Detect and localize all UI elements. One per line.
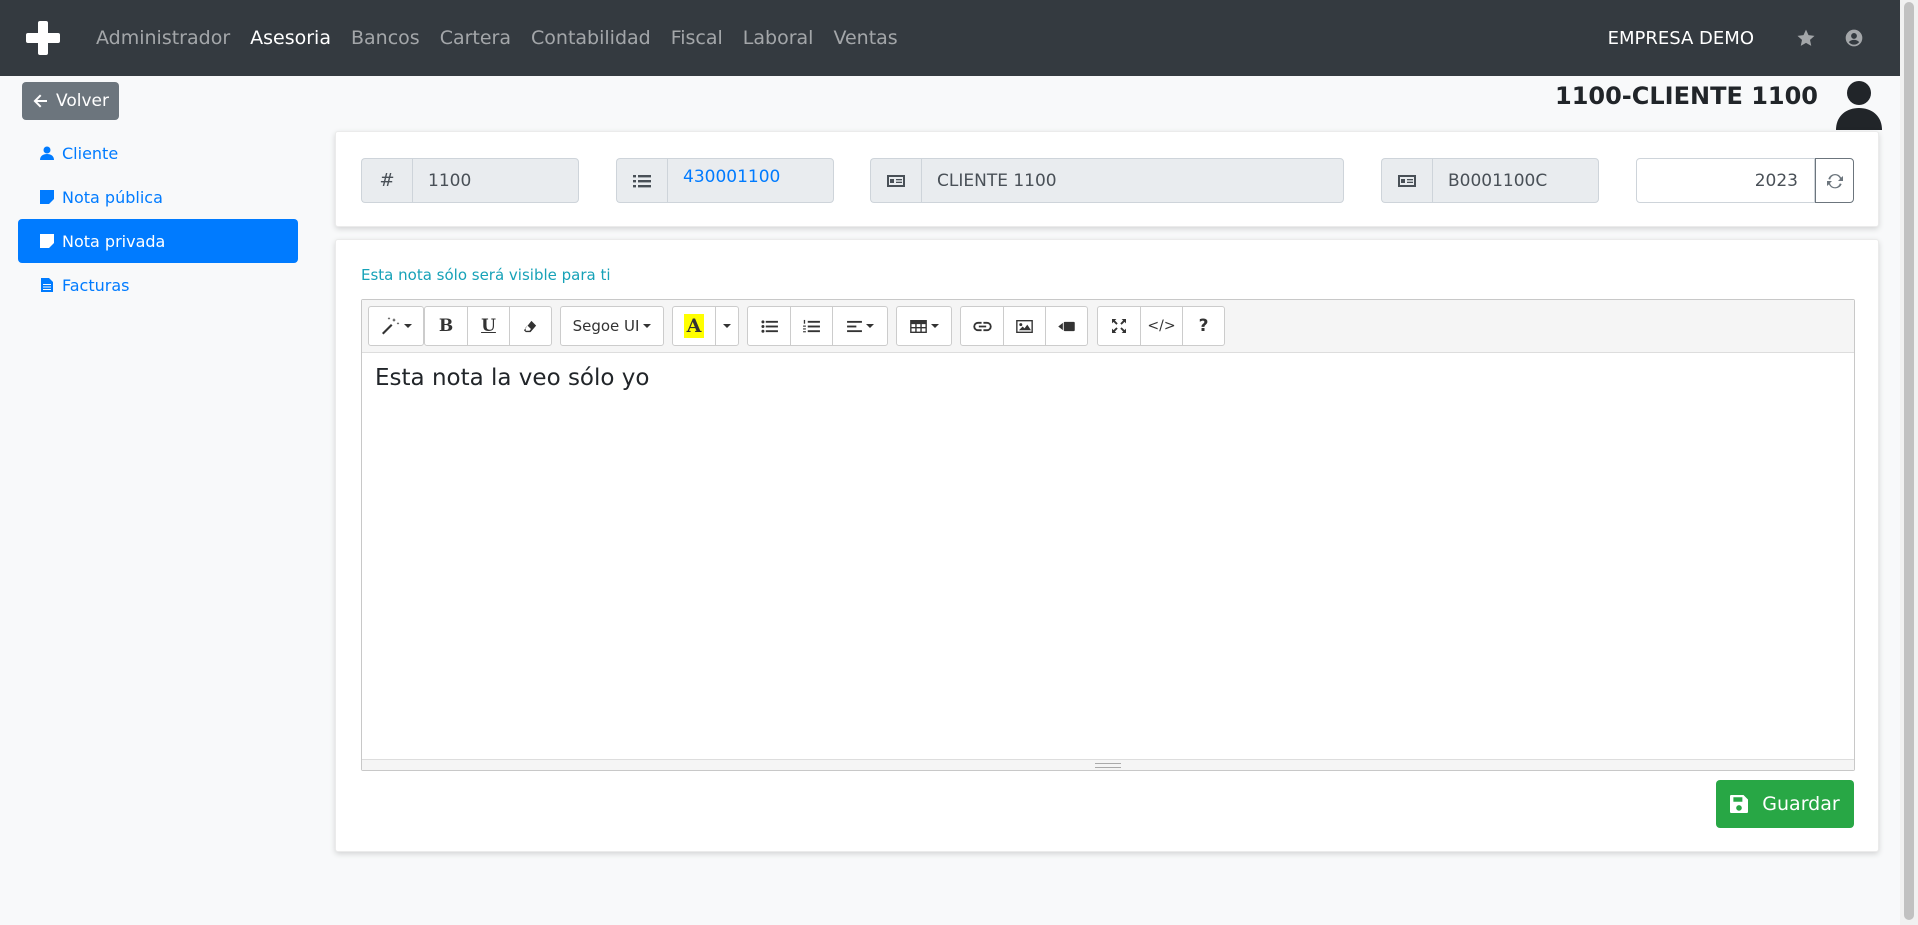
note-hint: Esta nota sólo será visible para ti xyxy=(361,266,611,284)
sidebar-item-nota-privada[interactable]: Nota privada xyxy=(18,219,298,263)
navbar-right: EMPRESA DEMO xyxy=(1608,0,1900,76)
fullscreen-button[interactable] xyxy=(1097,306,1141,346)
rich-text-editor: B U Segoe UI A </> ? Esta nota la veo só… xyxy=(361,299,1855,771)
client-summary-card: # 1100 430001100 CLIENTE 1100 B0001100C … xyxy=(335,131,1879,227)
help-button[interactable]: ? xyxy=(1182,306,1225,346)
save-button[interactable]: Guardar xyxy=(1716,780,1854,828)
expand-icon xyxy=(1112,319,1126,333)
favorites-button[interactable] xyxy=(1782,28,1830,48)
table-dropdown[interactable] xyxy=(896,306,952,346)
top-navbar: Administrador Asesoria Bancos Cartera Co… xyxy=(0,0,1900,76)
scrollbar-thumb[interactable] xyxy=(1904,2,1914,920)
nav-link-laboral[interactable]: Laboral xyxy=(733,27,824,49)
back-button-label: Volver xyxy=(56,91,109,111)
nav-link-contabilidad[interactable]: Contabilidad xyxy=(521,27,661,49)
user-circle-icon xyxy=(1845,29,1863,47)
underline-button[interactable]: U xyxy=(467,306,510,346)
font-family-dropdown[interactable]: Segoe UI xyxy=(560,306,664,346)
sidebar-item-label: Nota privada xyxy=(62,231,166,251)
save-icon xyxy=(1730,795,1749,813)
bold-button[interactable]: B xyxy=(424,306,468,346)
style-dropdown[interactable] xyxy=(368,306,424,346)
file-icon xyxy=(41,278,53,292)
refresh-icon xyxy=(1826,173,1843,188)
sidebar-item-label: Nota pública xyxy=(62,187,163,207)
underline-icon: U xyxy=(481,316,496,336)
code-addon: # xyxy=(361,158,412,203)
sidebar-item-nota-publica[interactable]: Nota pública xyxy=(18,175,298,219)
nav-link-asesoria[interactable]: Asesoria xyxy=(240,27,341,49)
nav-link-administrador[interactable]: Administrador xyxy=(86,27,240,49)
list-ul-icon xyxy=(760,319,778,333)
unordered-list-button[interactable] xyxy=(747,306,791,346)
user-icon xyxy=(1836,81,1882,130)
nav-link-cartera[interactable]: Cartera xyxy=(430,27,521,49)
plus-icon xyxy=(26,21,60,55)
account-link[interactable]: 430001100 xyxy=(667,158,834,203)
color-dropdown-toggle[interactable] xyxy=(715,306,739,346)
year-group: 2023 xyxy=(1636,158,1854,203)
year-field[interactable]: 2023 xyxy=(1636,158,1815,203)
video-icon xyxy=(1058,321,1075,331)
eraser-icon xyxy=(523,320,537,332)
star-icon xyxy=(1797,29,1815,46)
note-editor-content[interactable]: Esta nota la veo sólo yo xyxy=(362,353,1854,757)
highlight-a-icon: A xyxy=(683,314,705,338)
nav-link-bancos[interactable]: Bancos xyxy=(341,27,430,49)
arrow-left-icon xyxy=(33,94,48,108)
editor-toolbar: B U Segoe UI A </> ? xyxy=(362,300,1854,353)
sticky-note-icon xyxy=(40,190,54,204)
insert-video-button[interactable] xyxy=(1045,306,1088,346)
ordered-list-button[interactable] xyxy=(790,306,833,346)
main-menu: Administrador Asesoria Bancos Cartera Co… xyxy=(86,0,908,76)
tax-id-group: B0001100C xyxy=(1381,158,1599,203)
table-icon xyxy=(909,319,927,333)
sticky-note-icon xyxy=(40,234,54,248)
nav-link-ventas[interactable]: Ventas xyxy=(823,27,907,49)
user-icon xyxy=(40,146,54,160)
back-button[interactable]: Volver xyxy=(22,82,119,120)
tax-id-field: B0001100C xyxy=(1432,158,1599,203)
code-view-button[interactable]: </> xyxy=(1140,306,1183,346)
name-group: CLIENTE 1100 xyxy=(870,158,1344,203)
list-ol-icon xyxy=(803,319,820,332)
code-field: 1100 xyxy=(412,158,579,203)
resize-grip-icon xyxy=(1095,762,1121,768)
private-note-card: Esta nota sólo será visible para ti B U … xyxy=(335,239,1879,852)
account-group: 430001100 xyxy=(616,158,834,203)
link-icon xyxy=(972,321,992,331)
paragraph-dropdown[interactable] xyxy=(832,306,888,346)
id-card-icon xyxy=(870,158,921,203)
sidebar-item-label: Cliente xyxy=(62,143,119,163)
chevron-down-icon xyxy=(723,324,731,328)
user-menu-button[interactable] xyxy=(1830,28,1878,48)
align-left-icon xyxy=(846,320,862,332)
bold-icon: B xyxy=(438,316,454,336)
code-icon: </> xyxy=(1147,318,1176,334)
insert-link-button[interactable] xyxy=(960,306,1004,346)
highlight-color-button[interactable]: A xyxy=(672,306,716,346)
question-icon: ? xyxy=(1198,316,1209,336)
list-icon xyxy=(616,158,667,203)
font-family-label: Segoe UI xyxy=(572,317,640,335)
insert-picture-button[interactable] xyxy=(1003,306,1046,346)
sidebar: Cliente Nota pública Nota privada Factur… xyxy=(18,131,298,307)
name-field: CLIENTE 1100 xyxy=(921,158,1344,203)
save-button-label: Guardar xyxy=(1762,793,1840,815)
sidebar-item-cliente[interactable]: Cliente xyxy=(18,131,298,175)
magic-wand-icon xyxy=(382,317,400,335)
brand-logo[interactable] xyxy=(0,0,86,76)
page-scrollbar[interactable] xyxy=(1900,0,1918,925)
code-group: # 1100 xyxy=(361,158,579,203)
sidebar-item-facturas[interactable]: Facturas xyxy=(18,263,298,307)
clear-format-button[interactable] xyxy=(509,306,552,346)
nav-link-fiscal[interactable]: Fiscal xyxy=(661,27,733,49)
page-title: 1100-CLIENTE 1100 xyxy=(1555,82,1818,110)
editor-resize-bar[interactable] xyxy=(362,759,1854,770)
company-name[interactable]: EMPRESA DEMO xyxy=(1608,28,1754,49)
picture-icon xyxy=(1016,319,1033,333)
id-card-icon xyxy=(1381,158,1432,203)
sidebar-item-label: Facturas xyxy=(62,275,130,295)
refresh-button[interactable] xyxy=(1815,158,1854,203)
